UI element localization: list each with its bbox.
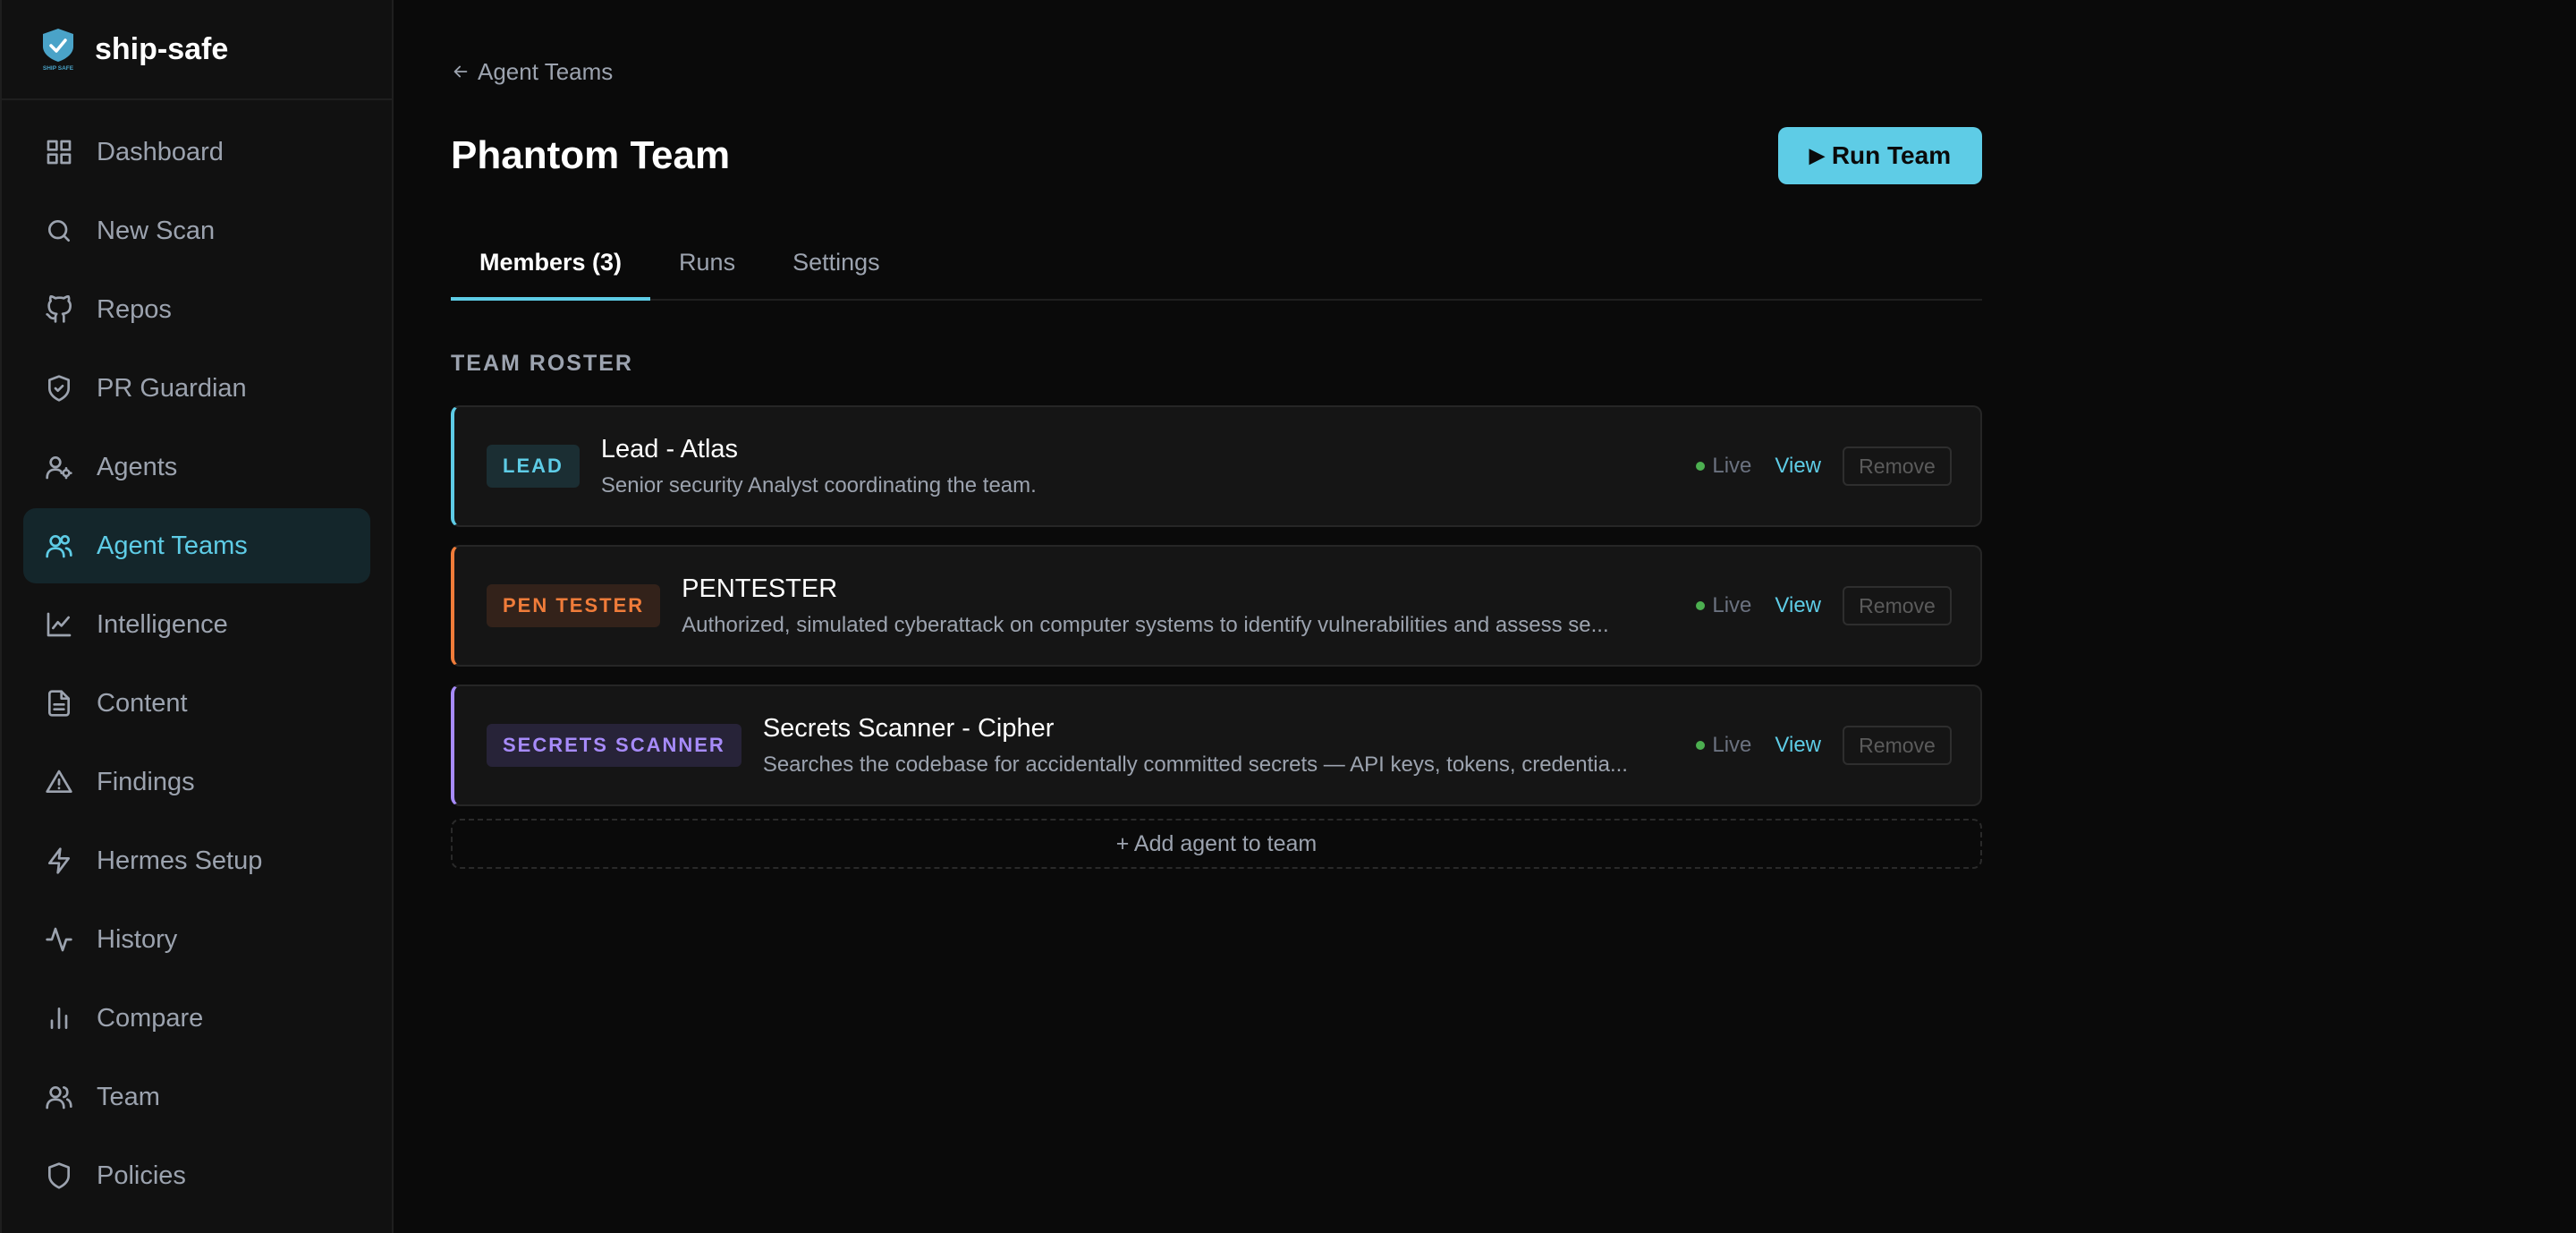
status-label: Live — [1712, 454, 1752, 478]
sidebar-item-label: Dashboard — [97, 137, 224, 166]
team-icon — [45, 1083, 73, 1111]
view-link[interactable]: View — [1775, 454, 1821, 479]
sidebar-item-label: History — [97, 924, 178, 954]
status-label: Live — [1712, 593, 1752, 617]
member-name: PENTESTER — [682, 574, 838, 603]
play-icon: ▶ — [1809, 144, 1825, 166]
brand-name: ship-safe — [95, 31, 229, 66]
member-name: Lead - Atlas — [600, 434, 739, 463]
sidebar-item-label: New Scan — [97, 216, 216, 245]
sidebar-nav: Dashboard New Scan Repos PR Guardian Age… — [2, 100, 392, 1217]
view-link[interactable]: View — [1775, 733, 1821, 758]
member-description: Senior security Analyst coordinating the… — [600, 472, 1037, 497]
team-roster: LEAD Lead - Atlas Senior security Analys… — [451, 405, 1982, 869]
add-agent-button[interactable]: + Add agent to team — [451, 819, 1982, 869]
member-description: Searches the codebase for accidentally c… — [762, 752, 1628, 777]
title-row: Phantom Team ▶ Run Team — [451, 127, 1982, 184]
tab-members[interactable]: Members (3) — [451, 249, 651, 301]
sidebar-item-agent-teams[interactable]: Agent Teams — [23, 508, 370, 583]
run-team-label: Run Team — [1831, 141, 1952, 169]
line-chart-icon — [45, 610, 73, 639]
sidebar-item-compare[interactable]: Compare — [23, 981, 370, 1056]
section-label: TEAM ROSTER — [451, 351, 633, 376]
sidebar-item-history[interactable]: History — [23, 902, 370, 977]
member-info: Secrets Scanner - Cipher Searches the co… — [763, 714, 1675, 778]
search-icon — [45, 217, 73, 245]
remove-button[interactable]: Remove — [1843, 726, 1952, 765]
status-indicator: Live — [1696, 593, 1751, 618]
tab-runs[interactable]: Runs — [650, 249, 764, 301]
shield-check-icon — [45, 374, 73, 403]
sidebar-item-label: Compare — [97, 1003, 204, 1033]
sidebar-item-findings[interactable]: Findings — [23, 744, 370, 820]
member-name: Secrets Scanner - Cipher — [762, 713, 1055, 743]
status-indicator: Live — [1696, 733, 1751, 758]
view-link[interactable]: View — [1775, 593, 1821, 618]
lightning-icon — [45, 846, 73, 875]
sidebar-item-hermes-setup[interactable]: Hermes Setup — [23, 823, 370, 898]
sidebar-item-team[interactable]: Team — [23, 1059, 370, 1135]
main-content: Agent Teams Phantom Team ▶ Run Team Memb… — [394, 0, 2576, 1233]
activity-icon — [45, 925, 73, 954]
sidebar-item-dashboard[interactable]: Dashboard — [23, 115, 370, 190]
remove-button[interactable]: Remove — [1843, 446, 1952, 486]
sidebar-item-label: Team — [97, 1082, 160, 1111]
sidebar-item-pr-guardian[interactable]: PR Guardian — [23, 351, 370, 426]
member-card: LEAD Lead - Atlas Senior security Analys… — [451, 405, 1982, 527]
status-label: Live — [1712, 733, 1752, 757]
sidebar-item-label: Repos — [97, 294, 172, 324]
status-dot-icon — [1696, 462, 1706, 471]
sidebar-item-label: Findings — [97, 767, 195, 796]
brand[interactable]: SHIP SAFE ship-safe — [2, 0, 392, 100]
sidebar-item-label: Policies — [97, 1161, 186, 1190]
github-icon — [45, 294, 73, 324]
role-badge: SECRETS SCANNER — [487, 724, 741, 767]
back-link[interactable]: Agent Teams — [451, 55, 648, 88]
sidebar-item-agents[interactable]: Agents — [23, 429, 370, 505]
sidebar-item-label: Hermes Setup — [97, 846, 263, 875]
remove-button[interactable]: Remove — [1843, 586, 1952, 625]
document-icon — [45, 689, 73, 718]
role-badge: PEN TESTER — [487, 584, 661, 627]
member-info: Lead - Atlas Senior security Analyst coo… — [601, 435, 1674, 498]
bar-chart-icon — [45, 1004, 73, 1033]
member-description: Authorized, simulated cyberattack on com… — [682, 612, 1609, 637]
sidebar-item-repos[interactable]: Repos — [23, 272, 370, 347]
sidebar-item-label: PR Guardian — [97, 373, 247, 403]
arrow-left-icon — [453, 65, 468, 78]
status-dot-icon — [1696, 741, 1706, 750]
grid-icon — [45, 138, 73, 166]
user-gear-icon — [45, 453, 73, 481]
sidebar-item-label: Agents — [97, 452, 178, 481]
sidebar-item-label: Agent Teams — [97, 531, 248, 560]
member-info: PENTESTER Authorized, simulated cyberatt… — [682, 574, 1674, 638]
tabs: Members (3) Runs Settings — [451, 249, 1982, 301]
member-card: SECRETS SCANNER Secrets Scanner - Cipher… — [451, 685, 1982, 806]
sidebar-item-label: Content — [97, 688, 188, 718]
status-dot-icon — [1696, 601, 1706, 610]
logo-text: SHIP SAFE — [43, 65, 74, 72]
sidebar-item-content[interactable]: Content — [23, 666, 370, 741]
sidebar: SHIP SAFE ship-safe Dashboard New Scan R… — [0, 0, 394, 1233]
tab-settings[interactable]: Settings — [764, 249, 909, 301]
ship-safe-logo: SHIP SAFE — [43, 29, 74, 72]
back-link-label: Agent Teams — [478, 57, 614, 85]
shield-icon — [45, 1161, 73, 1190]
status-indicator: Live — [1696, 454, 1751, 479]
sidebar-item-new-scan[interactable]: New Scan — [23, 193, 370, 268]
sidebar-item-policies[interactable]: Policies — [23, 1138, 370, 1213]
member-card: PEN TESTER PENTESTER Authorized, simulat… — [451, 545, 1982, 667]
users-icon — [45, 531, 73, 560]
run-team-button[interactable]: ▶ Run Team — [1778, 127, 1982, 184]
role-badge: LEAD — [487, 445, 580, 488]
warning-icon — [45, 768, 73, 796]
page-title: Phantom Team — [451, 133, 731, 177]
sidebar-item-label: Intelligence — [97, 609, 228, 639]
sidebar-item-intelligence[interactable]: Intelligence — [23, 587, 370, 662]
